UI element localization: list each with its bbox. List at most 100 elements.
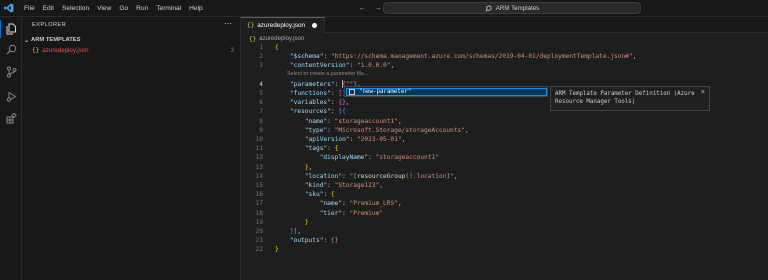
section-arm-templates[interactable]: ⌄ ARM TEMPLATES (24, 35, 239, 45)
menu-bar: File Edit Selection View Go Run Terminal… (20, 0, 207, 17)
breadcrumb-file: azuredeploy.json (259, 36, 305, 42)
line-number: 13 (255, 163, 263, 171)
json-value: ().location]" (405, 172, 454, 180)
json-value: "Storage123" (334, 182, 380, 189)
json-value: "storageaccount1" (334, 117, 398, 125)
json-key: "name" (304, 117, 328, 125)
json-key: "kind" (304, 182, 328, 189)
line-number: 4 (259, 80, 263, 88)
suggestion-details: ARM Template Parameter Definition (Azure… (550, 86, 710, 111)
json-key: "$schema" (289, 53, 324, 61)
line-number: 15 (255, 182, 263, 189)
menu-go[interactable]: Go (115, 0, 132, 17)
forward-arrow-icon[interactable]: → (374, 3, 382, 12)
json-key: "functions" (289, 90, 331, 97)
menu-selection[interactable]: Selection (58, 0, 93, 17)
line-number: 17 (255, 200, 263, 208)
more-actions-icon[interactable]: ⋯ (224, 19, 232, 28)
json-key: "parameters" (289, 80, 335, 88)
suggestion-label: "new-parameter" (359, 89, 412, 95)
file-item-azuredeploy[interactable]: {} azuredeploy.json 3 (24, 45, 239, 55)
menu-view[interactable]: View (93, 0, 115, 17)
file-name: azuredeploy.json (42, 46, 89, 54)
line-number: 21 (255, 237, 263, 245)
json-file-icon: {} (249, 35, 257, 43)
source-control-icon[interactable] (0, 63, 22, 81)
json-value: "2023-05-01" (356, 136, 402, 143)
json-key: "name" (319, 200, 343, 208)
vscode-logo-icon (0, 0, 18, 17)
extensions-icon[interactable] (0, 109, 22, 127)
explorer-sidebar: EXPLORER ⋯ ⌄ ARM TEMPLATES {} azuredeplo… (22, 17, 241, 280)
activity-bar (0, 17, 22, 280)
command-center[interactable]: ARM Templates (383, 2, 641, 14)
line-number: 8 (259, 117, 263, 125)
json-key: "contentVersion" (289, 62, 350, 70)
title-bar: File Edit Selection View Go Run Terminal… (0, 0, 768, 17)
line-number: 2 (259, 53, 263, 61)
json-function: resourceGroup (356, 172, 406, 180)
line-number: 5 (259, 90, 263, 97)
json-key: "tags" (304, 145, 328, 153)
parameter-file-hint[interactable]: Select or create a parameter file... (287, 71, 368, 77)
json-value: "Microsoft.Storage/storageAccounts" (334, 126, 466, 134)
json-value: "1.0.0.0" (356, 62, 391, 70)
menu-terminal[interactable]: Terminal (152, 0, 185, 17)
editor-tabs: {} azuredeploy.json (241, 17, 768, 33)
json-value: "https://schema.management.azure.com/sch… (330, 53, 633, 61)
command-center-label: ARM Templates (495, 4, 540, 12)
json-key: "location" (304, 172, 343, 180)
suggest-widget: "new-parameter" (344, 86, 548, 97)
json-key: "sku" (304, 191, 324, 199)
line-number: 9 (259, 126, 263, 134)
json-key: "apiVersion" (304, 136, 350, 143)
line-number: 19 (255, 218, 263, 226)
search-view-icon[interactable] (0, 40, 22, 58)
nav-arrows: ← → (358, 3, 382, 12)
json-value: "storageaccount1" (375, 154, 439, 162)
suggestion-item[interactable]: "new-parameter" (346, 88, 547, 96)
line-number: 18 (255, 209, 263, 217)
line-number: 7 (259, 108, 263, 116)
line-number: 6 (259, 99, 263, 107)
json-value: "Premium" (349, 209, 384, 217)
tab-azuredeploy[interactable]: {} azuredeploy.json (241, 17, 325, 33)
line-number: 3 (259, 62, 263, 70)
menu-help[interactable]: Help (185, 0, 207, 17)
line-number: 16 (255, 191, 263, 199)
json-key: "displayName" (319, 154, 369, 162)
unsaved-dot-icon[interactable] (312, 23, 317, 28)
json-key: "outputs" (289, 237, 324, 245)
problems-count-badge: 3 (230, 46, 234, 54)
json-key: "tier" (319, 209, 343, 217)
json-file-icon: {} (247, 22, 255, 29)
details-text: ARM Template Parameter Definition (Azure… (555, 91, 695, 105)
chevron-down-icon: ⌄ (24, 37, 30, 44)
line-number: 1 (259, 44, 263, 51)
line-number: 10 (255, 136, 263, 143)
line-number: 12 (255, 154, 263, 162)
explorer-icon[interactable] (0, 20, 22, 38)
section-label: ARM TEMPLATES (31, 37, 81, 43)
back-arrow-icon[interactable]: ← (358, 3, 366, 12)
search-icon (485, 4, 492, 12)
json-key: "resources" (289, 108, 331, 116)
text-cursor (342, 80, 343, 88)
json-value: "Premium_LRS" (349, 200, 398, 208)
json-file-icon: {} (32, 46, 40, 54)
line-number: 20 (255, 228, 263, 235)
line-number: 14 (255, 172, 263, 180)
json-key: "type" (304, 126, 328, 134)
json-value: "[ (349, 172, 357, 180)
json-key: "variables" (289, 99, 331, 107)
code-editor[interactable]: 1{ 2 "$schema": "https://schema.manageme… (241, 43, 768, 280)
line-number: 22 (255, 246, 263, 254)
menu-file[interactable]: File (20, 0, 39, 17)
run-debug-icon[interactable] (0, 87, 22, 105)
menu-edit[interactable]: Edit (39, 0, 58, 17)
tab-label: azuredeploy.json (257, 22, 306, 29)
close-icon[interactable]: × (701, 89, 705, 97)
menu-run[interactable]: Run (132, 0, 152, 17)
line-number: 11 (255, 145, 263, 153)
sidebar-title: EXPLORER (32, 22, 66, 28)
